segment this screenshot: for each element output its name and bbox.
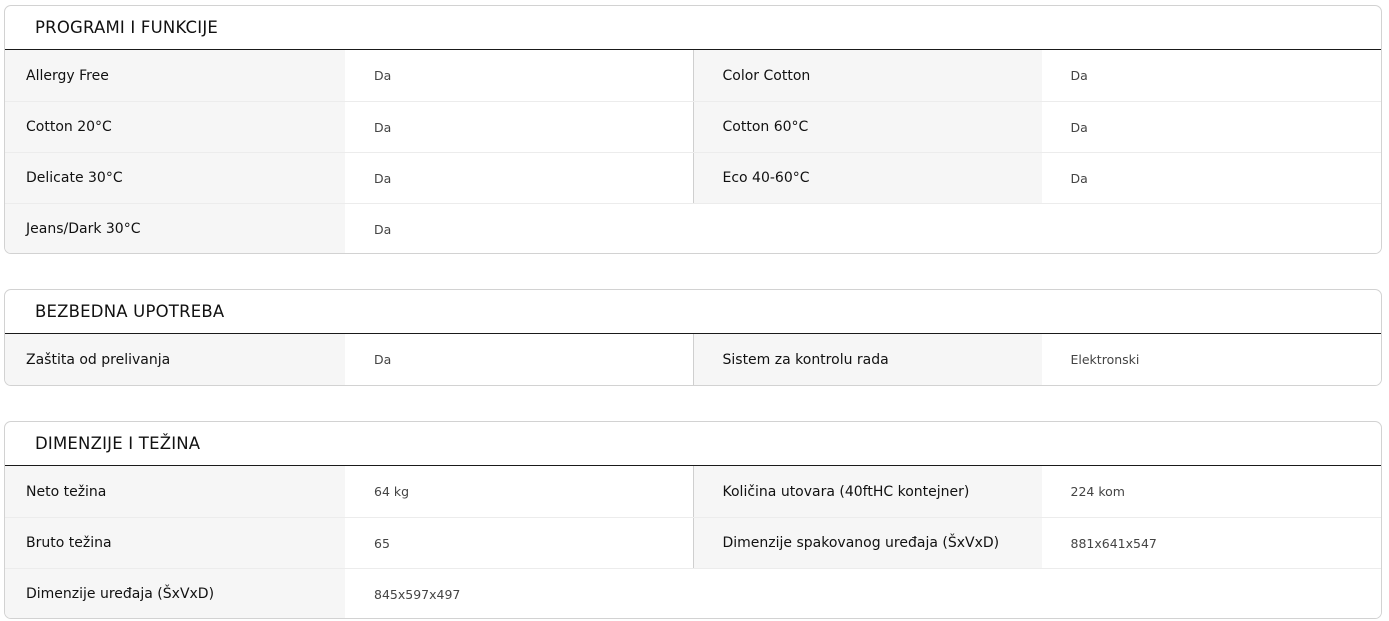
spec-cell: Allergy Free Da (5, 50, 693, 101)
spec-cell: Delicate 30°C Da (5, 153, 693, 203)
spec-cell: Neto težina 64 kg (5, 466, 693, 517)
table-row: Allergy Free Da Color Cotton Da (5, 50, 1381, 101)
spec-label: Dimenzije uređaja (ŠxVxD) (5, 569, 345, 618)
table-row: Cotton 20°C Da Cotton 60°C Da (5, 101, 1381, 152)
spec-cell: Cotton 20°C Da (5, 102, 693, 152)
spec-label: Allergy Free (5, 50, 345, 101)
spec-value: Da (345, 153, 693, 203)
spec-label: Količina utovara (40ftHC kontejner) (693, 466, 1042, 517)
spec-value: Da (1041, 50, 1381, 101)
spec-label: Zaštita od prelivanja (5, 334, 345, 385)
spec-cell: Dimenzije uređaja (ŠxVxD) 845x597x497 (5, 569, 693, 618)
section-bezbedna-upotreba: BEZBEDNA UPOTREBA Zaštita od prelivanja … (4, 289, 1382, 386)
section-programi-i-funkcije: PROGRAMI I FUNKCIJE Allergy Free Da Colo… (4, 5, 1382, 254)
spec-value: Da (345, 102, 693, 152)
spec-label: Delicate 30°C (5, 153, 345, 203)
spec-value: Elektronski (1041, 334, 1381, 385)
spec-value: 881x641x547 (1041, 518, 1381, 568)
spec-cell: Eco 40-60°C Da (692, 153, 1381, 203)
section-title: PROGRAMI I FUNKCIJE (5, 6, 1381, 50)
spec-cell: Bruto težina 65 (5, 518, 693, 568)
table-row: Delicate 30°C Da Eco 40-60°C Da (5, 152, 1381, 203)
spec-table: Allergy Free Da Color Cotton Da Cotton 2… (5, 50, 1381, 253)
spec-label: Bruto težina (5, 518, 345, 568)
spec-table: Neto težina 64 kg Količina utovara (40ft… (5, 466, 1381, 618)
spec-cell: Cotton 60°C Da (692, 102, 1381, 152)
spec-cell: Količina utovara (40ftHC kontejner) 224 … (692, 466, 1381, 517)
spec-cell: Color Cotton Da (692, 50, 1381, 101)
spec-label: Cotton 20°C (5, 102, 345, 152)
spec-cell: Sistem za kontrolu rada Elektronski (692, 334, 1381, 385)
spec-label: Cotton 60°C (693, 102, 1042, 152)
spec-cell: Zaštita od prelivanja Da (5, 334, 693, 385)
spec-value: Da (345, 50, 693, 101)
section-title: BEZBEDNA UPOTREBA (5, 290, 1381, 334)
table-row: Zaštita od prelivanja Da Sistem za kontr… (5, 334, 1381, 385)
spec-label: Eco 40-60°C (693, 153, 1042, 203)
spec-value: Da (1041, 153, 1381, 203)
table-row: Neto težina 64 kg Količina utovara (40ft… (5, 466, 1381, 517)
spec-value: Da (1041, 102, 1381, 152)
spec-label: Color Cotton (693, 50, 1042, 101)
spec-label: Sistem za kontrolu rada (693, 334, 1042, 385)
spec-label: Jeans/Dark 30°C (5, 204, 345, 253)
spec-value: Da (345, 204, 693, 253)
table-row: Bruto težina 65 Dimenzije spakovanog ure… (5, 517, 1381, 568)
spec-label: Dimenzije spakovanog uređaja (ŠxVxD) (693, 518, 1042, 568)
spec-label: Neto težina (5, 466, 345, 517)
empty-cell (693, 569, 1381, 618)
spec-value: 845x597x497 (345, 569, 693, 618)
spec-value: 64 kg (345, 466, 693, 517)
section-dimenzije-i-tezina: DIMENZIJE I TEŽINA Neto težina 64 kg Kol… (4, 421, 1382, 619)
table-row: Jeans/Dark 30°C Da (5, 203, 1381, 253)
section-title: DIMENZIJE I TEŽINA (5, 422, 1381, 466)
spec-value: 224 kom (1041, 466, 1381, 517)
spec-value: 65 (345, 518, 693, 568)
spec-value: Da (345, 334, 693, 385)
spec-cell: Jeans/Dark 30°C Da (5, 204, 693, 253)
spec-table: Zaštita od prelivanja Da Sistem za kontr… (5, 334, 1381, 385)
empty-cell (693, 204, 1381, 253)
spec-cell: Dimenzije spakovanog uređaja (ŠxVxD) 881… (692, 518, 1381, 568)
table-row: Dimenzije uređaja (ŠxVxD) 845x597x497 (5, 568, 1381, 618)
